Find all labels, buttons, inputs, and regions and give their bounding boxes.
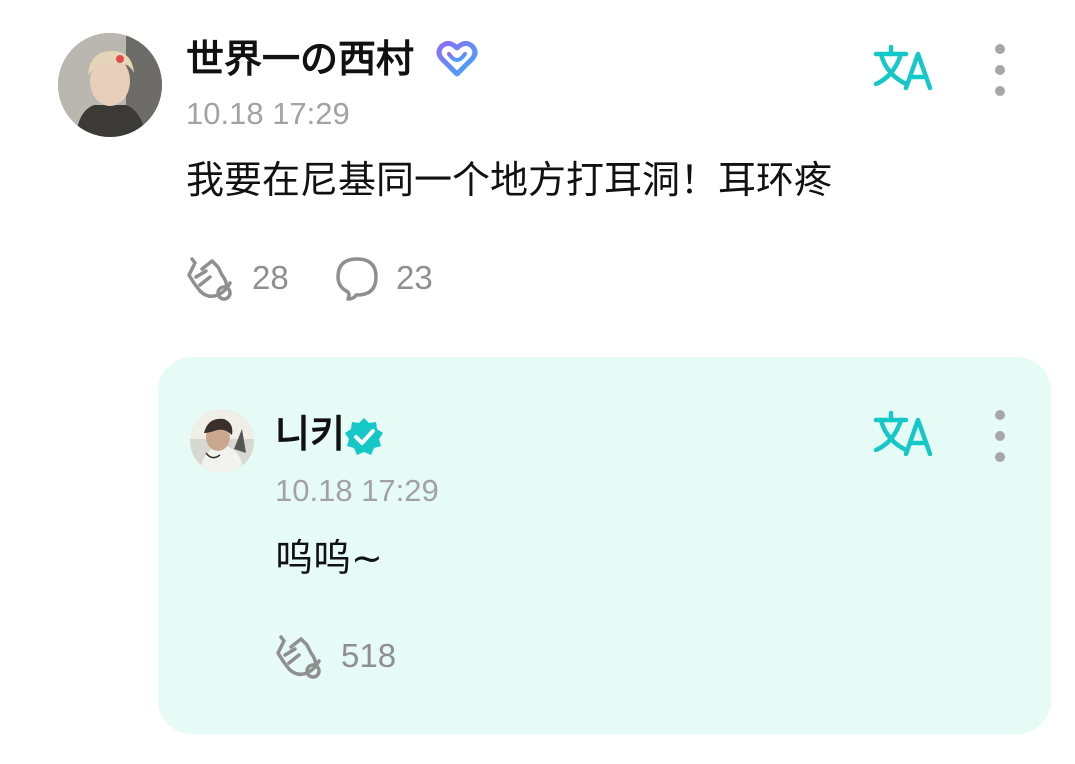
reply-timestamp: 10.18 17:29 — [275, 473, 439, 508]
more-vertical-icon — [995, 44, 1005, 54]
comment-count: 23 — [396, 259, 433, 296]
author-avatar[interactable] — [58, 33, 162, 137]
clap-icon — [276, 635, 321, 679]
reply-author-name[interactable]: 니키 — [275, 413, 345, 457]
reply-author-avatar[interactable] — [190, 409, 254, 473]
reply-text: 呜呜~ — [275, 536, 383, 580]
more-options-button[interactable] — [988, 44, 1012, 96]
like-button[interactable]: 28 — [186, 255, 289, 301]
post-timestamp: 10.18 17:29 — [186, 96, 350, 131]
heart-badge-icon — [436, 40, 478, 78]
translate-button[interactable] — [872, 44, 936, 92]
reply-like-button[interactable]: 518 — [275, 633, 396, 679]
author-name[interactable]: 世界一の西村 — [186, 38, 414, 82]
more-vertical-icon — [995, 410, 1005, 420]
clap-icon — [187, 257, 232, 301]
reply-translate-button[interactable] — [872, 410, 936, 458]
comment-button[interactable]: 23 — [334, 255, 433, 301]
comment-bubble-icon — [336, 257, 378, 301]
translate-icon — [873, 410, 933, 457]
fan-post-thread: 世界一の西村 10.18 17:29 我要在尼基同一个地方打耳洞！耳环疼 28 … — [0, 0, 1075, 764]
reply-like-count: 518 — [341, 637, 397, 674]
reply-more-options-button[interactable] — [988, 410, 1012, 462]
post-text: 我要在尼基同一个地方打耳洞！耳环疼 — [186, 158, 833, 202]
like-count: 28 — [252, 259, 289, 296]
translate-icon — [873, 44, 933, 91]
post: 世界一の西村 10.18 17:29 我要在尼基同一个地方打耳洞！耳环疼 28 … — [0, 0, 1075, 340]
verified-badge-icon — [343, 416, 385, 458]
